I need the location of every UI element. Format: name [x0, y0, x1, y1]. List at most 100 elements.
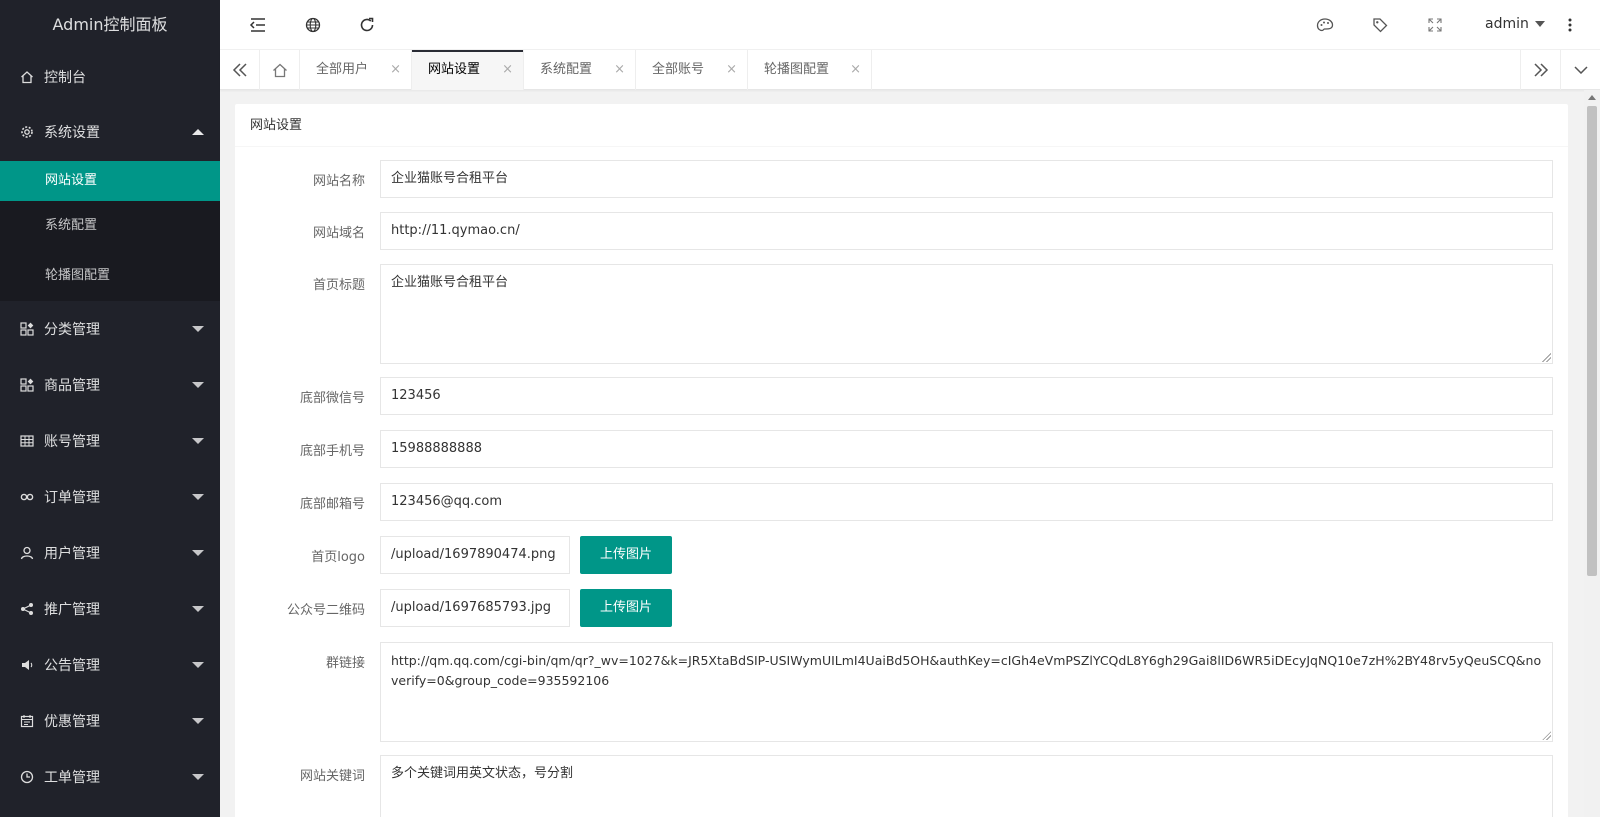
calendar-icon: [20, 714, 34, 728]
wechat-input[interactable]: 123456: [380, 377, 1553, 415]
chevron-down-icon: [192, 606, 204, 612]
tab-all-accounts[interactable]: 全部账号 ×: [636, 50, 748, 90]
double-chevron-right-icon: [1533, 63, 1548, 77]
qrcode-path-input[interactable]: /upload/1697685793.jpg: [380, 589, 570, 627]
tab-label: 轮播图配置: [764, 62, 830, 77]
sidebar-item-label: 控制台: [44, 69, 86, 86]
tab-all-users[interactable]: 全部用户 ×: [300, 50, 412, 90]
home-title-textarea[interactable]: 企业猫账号合租平台: [380, 264, 1553, 364]
apps-icon: [20, 378, 34, 392]
tab-home[interactable]: [260, 50, 300, 90]
keywords-textarea[interactable]: 多个关键词用英文状态，号分割: [380, 755, 1553, 817]
more-icon[interactable]: [1560, 15, 1580, 35]
tag-icon[interactable]: [1370, 15, 1390, 35]
phone-input[interactable]: 15988888888: [380, 430, 1553, 468]
logo-label: 首页logo: [311, 550, 365, 565]
close-icon[interactable]: ×: [502, 50, 513, 90]
user-menu[interactable]: admin: [1485, 16, 1545, 32]
sidebar-item-system-settings[interactable]: 系统设置: [0, 103, 220, 161]
group-link-textarea[interactable]: http://qm.qq.com/cgi-bin/qm/qr?_wv=1027&…: [380, 642, 1553, 742]
submenu-system-settings: 网站设置 系统配置 轮播图配置: [0, 161, 220, 301]
sidebar-item-announcements[interactable]: 公告管理: [0, 637, 220, 693]
sidebar-item-label: 分类管理: [44, 322, 100, 338]
home-title-value: 企业猫账号合租平台: [391, 275, 509, 290]
sidebar-item-label: 商品管理: [44, 378, 100, 394]
clock-icon: [20, 770, 34, 784]
sidebar-item-label: 账号管理: [44, 434, 100, 450]
resize-handle[interactable]: [1542, 731, 1551, 740]
tab-label: 网站设置: [428, 62, 481, 77]
sidebar-item-products[interactable]: 商品管理: [0, 357, 220, 413]
globe-icon[interactable]: [303, 15, 323, 35]
site-settings-card: 网站设置 网站名称 企业猫账号合租平台 网站域名 http://11.qymao…: [235, 104, 1568, 817]
chevron-up-icon: [192, 129, 204, 135]
fullscreen-icon[interactable]: [1425, 15, 1445, 35]
tabs-scroll-left-button[interactable]: [220, 50, 260, 90]
sidebar-item-orders[interactable]: 订单管理: [0, 469, 220, 525]
scroll-up-arrow-icon[interactable]: [1588, 95, 1596, 100]
refresh-icon[interactable]: [357, 15, 377, 35]
menu-fold-icon[interactable]: [248, 15, 268, 35]
sidebar-subitem-carousel-config[interactable]: 轮播图配置: [0, 251, 220, 301]
tab-carousel-config[interactable]: 轮播图配置 ×: [748, 50, 872, 90]
double-chevron-left-icon: [232, 63, 247, 77]
group-link-value: http://qm.qq.com/cgi-bin/qm/qr?_wv=1027&…: [391, 653, 1542, 688]
site-name-label: 网站名称: [312, 174, 365, 189]
upload-qrcode-button[interactable]: 上传图片: [580, 589, 672, 627]
apps-icon: [20, 322, 34, 336]
site-name-input[interactable]: 企业猫账号合租平台: [380, 160, 1553, 198]
top-header: admin: [220, 0, 1600, 50]
close-icon[interactable]: ×: [614, 50, 625, 90]
home-icon: [20, 70, 34, 84]
sidebar-subitem-site-settings[interactable]: 网站设置: [0, 161, 220, 201]
tabs-menu-button[interactable]: [1560, 50, 1600, 90]
wechat-label: 底部微信号: [299, 391, 365, 406]
tab-system-config[interactable]: 系统配置 ×: [524, 50, 636, 90]
chevron-down-icon: [1573, 66, 1588, 74]
close-icon[interactable]: ×: [726, 50, 737, 90]
email-input[interactable]: 123456@qq.com: [380, 483, 1553, 521]
theme-icon[interactable]: [1315, 15, 1335, 35]
sidebar-item-discounts[interactable]: 优惠管理: [0, 693, 220, 749]
user-name: admin: [1485, 16, 1529, 32]
chevron-down-icon: [192, 494, 204, 500]
caret-down-icon: [1534, 21, 1545, 27]
sidebar-item-users[interactable]: 用户管理: [0, 525, 220, 581]
chevron-down-icon: [192, 382, 204, 388]
sidebar-item-label: 工单管理: [44, 770, 100, 786]
scroll-thumb[interactable]: [1587, 106, 1597, 576]
chevron-down-icon: [192, 550, 204, 556]
tabs-scroll-right-button[interactable]: [1520, 50, 1560, 90]
sidebar: Admin控制面板 控制台 系统设置 网站设置 系统配置 轮播图配置 分类管理 …: [0, 0, 220, 817]
close-icon[interactable]: ×: [390, 50, 401, 90]
speaker-icon: [20, 658, 34, 672]
sidebar-item-tickets[interactable]: 工单管理: [0, 749, 220, 805]
group-link-label: 群链接: [325, 656, 365, 671]
sidebar-subitem-system-config[interactable]: 系统配置: [0, 201, 220, 251]
chevron-down-icon: [192, 662, 204, 668]
upload-logo-button[interactable]: 上传图片: [580, 536, 672, 574]
tab-site-settings[interactable]: 网站设置 ×: [412, 50, 524, 90]
sidebar-item-accounts[interactable]: 账号管理: [0, 413, 220, 469]
sidebar-item-label: 订单管理: [44, 490, 100, 506]
sidebar-item-promotion[interactable]: 推广管理: [0, 581, 220, 637]
card-title: 网站设置: [235, 104, 1568, 147]
chevron-down-icon: [192, 326, 204, 332]
sidebar-item-label: 用户管理: [44, 546, 100, 562]
logo-path-input[interactable]: /upload/1697890474.png: [380, 536, 570, 574]
sidebar-item-label: 优惠管理: [44, 714, 100, 730]
sidebar-item-label: 系统设置: [44, 125, 100, 141]
table-icon: [20, 434, 34, 448]
sidebar-item-label: 公告管理: [44, 658, 100, 674]
tab-label: 全部账号: [652, 62, 705, 77]
app-title: Admin控制面板: [0, 0, 220, 50]
page-scrollbar[interactable]: [1584, 90, 1600, 817]
keywords-value: 多个关键词用英文状态，号分割: [391, 766, 574, 781]
share-icon: [20, 602, 34, 616]
sidebar-item-category[interactable]: 分类管理: [0, 301, 220, 357]
site-domain-input[interactable]: http://11.qymao.cn/: [380, 212, 1553, 250]
close-icon[interactable]: ×: [850, 50, 861, 90]
sidebar-item-dashboard[interactable]: 控制台: [0, 50, 220, 103]
resize-handle[interactable]: [1542, 353, 1551, 362]
tab-label: 全部用户: [316, 62, 369, 77]
